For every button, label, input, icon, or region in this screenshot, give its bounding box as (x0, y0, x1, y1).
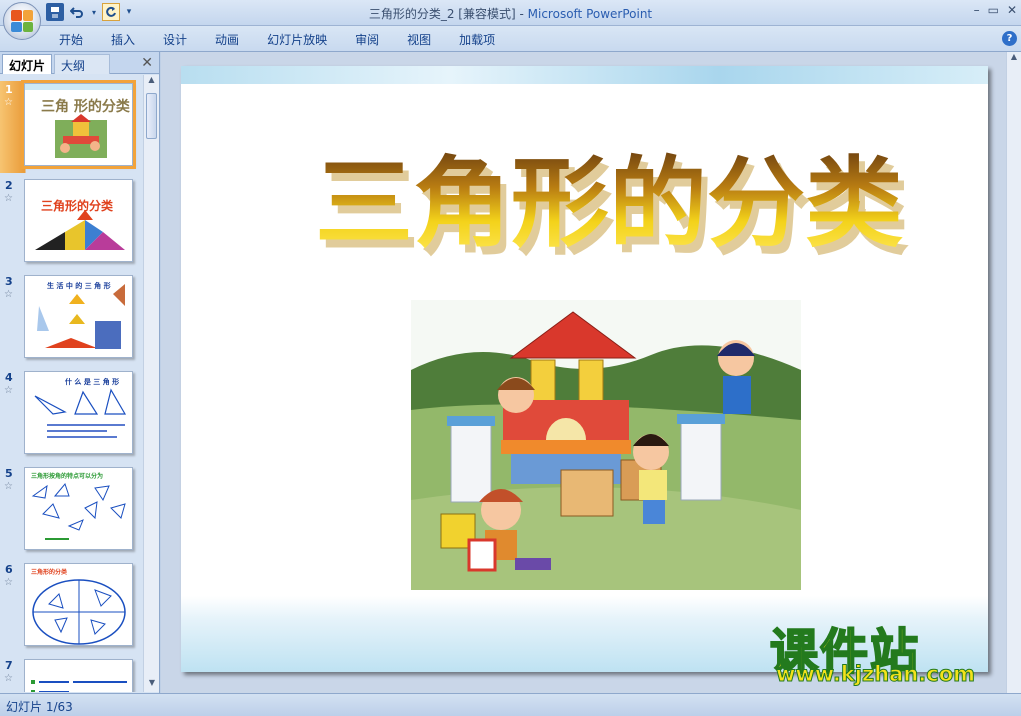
slide-thumbnail-3[interactable]: 3 ☆ 生 活 中 的 三 角 形 (0, 273, 143, 365)
animation-star-icon: ☆ (4, 481, 13, 492)
slide-preview: 生 活 中 的 三 角 形 (24, 275, 133, 358)
thumb-title: 三角 形的分类 (41, 98, 131, 115)
slide-counter: 幻灯片 1/63 (6, 700, 73, 714)
slide-title-wordart[interactable]: 三角形的分类 三角形的分类 (281, 141, 941, 261)
slide-number: 1 (5, 83, 13, 96)
thumb-title: 三角形按角的特点可以分为 (31, 472, 103, 480)
slide-preview: 三角 形的分类 (21, 80, 136, 169)
slide-number: 4 (5, 371, 13, 384)
slide-number: 7 (5, 659, 13, 672)
slide-thumbnail-7[interactable]: 7 ☆ (0, 657, 143, 692)
animation-star-icon: ☆ (4, 289, 13, 300)
slide-preview: 三角形按角的特点可以分为 (24, 467, 133, 550)
thumb-title: 三角形的分类 (41, 198, 114, 213)
window-controls: – ▭ ✕ (974, 3, 1017, 17)
editor-scrollbar[interactable]: ▲ (1006, 52, 1021, 693)
current-slide[interactable]: 三角形的分类 三角形的分类 (181, 66, 988, 672)
scroll-down-icon[interactable]: ▼ (144, 678, 160, 692)
animation-star-icon: ☆ (4, 673, 13, 684)
slide-number: 6 (5, 563, 13, 576)
slide-thumbnail-5[interactable]: 5 ☆ 三角形按角的特点可以分为 (0, 465, 143, 557)
title-bar: ▾ ▾ 三角形的分类_2 [兼容模式] - Microsoft PowerPoi… (0, 0, 1021, 40)
tab-animations[interactable]: 动画 (215, 31, 239, 48)
slide-number: 5 (5, 467, 13, 480)
slides-pane: 幻灯片 大纲 ✕ 1 ☆ 三角 形的分类 2 ☆ 三角形的分类 3 ☆ 生 活 … (0, 52, 160, 693)
watermark-logo: 课件站 www.kjzhan.com (769, 612, 1010, 692)
slide-title: 三角形的分类 (315, 147, 903, 261)
tab-slides[interactable]: 幻灯片 (2, 54, 53, 74)
slide-preview (24, 659, 133, 692)
office-logo-icon (11, 10, 33, 32)
tab-view[interactable]: 视图 (407, 31, 431, 48)
slide-editor: 三角形的分类 三角形的分类 (161, 52, 1006, 693)
tab-slideshow[interactable]: 幻灯片放映 (267, 31, 327, 48)
scroll-up-icon[interactable]: ▲ (144, 75, 159, 89)
children-playing-blocks-image[interactable] (411, 300, 801, 590)
window-title: 三角形的分类_2 [兼容模式] - Microsoft PowerPoint (368, 7, 653, 21)
office-button[interactable] (3, 2, 41, 40)
slide-thumbnail-4[interactable]: 4 ☆ 什 么 是 三 角 形 (0, 369, 143, 461)
slide-top-decoration (181, 66, 988, 84)
tab-addins[interactable]: 加载项 (459, 31, 495, 48)
tab-design[interactable]: 设计 (163, 31, 187, 48)
slide-thumbnail-2[interactable]: 2 ☆ 三角形的分类 (0, 177, 143, 269)
tab-home[interactable]: 开始 (59, 31, 83, 48)
scroll-thumb[interactable] (146, 93, 157, 139)
tab-insert[interactable]: 插入 (111, 31, 135, 48)
maximize-button[interactable]: ▭ (988, 3, 999, 17)
animation-star-icon: ☆ (4, 193, 13, 204)
status-bar: 幻灯片 1/63 (0, 693, 1021, 716)
animation-star-icon: ☆ (4, 577, 13, 588)
scroll-up-icon[interactable]: ▲ (1007, 52, 1021, 66)
ribbon: 开始 插入 设计 动画 幻灯片放映 审阅 视图 加载项 ? (0, 26, 1021, 52)
tab-outline[interactable]: 大纲 (54, 54, 110, 74)
slide-number: 2 (5, 179, 13, 192)
slide-preview: 三角形的分类 (24, 179, 133, 262)
pane-scrollbar[interactable]: ▲ ▼ (143, 75, 159, 692)
watermark-url: www.kjzhan.com (775, 662, 976, 687)
slide-preview: 什 么 是 三 角 形 (24, 371, 133, 454)
animation-star-icon: ☆ (4, 97, 13, 108)
help-icon[interactable]: ? (1002, 31, 1017, 46)
ribbon-tabs: 开始 插入 设计 动画 幻灯片放映 审阅 视图 加载项 (59, 31, 523, 48)
slide-thumbnail-6[interactable]: 6 ☆ 三角形的分类 (0, 561, 143, 653)
animation-star-icon: ☆ (4, 385, 13, 396)
thumb-title: 什 么 是 三 角 形 (65, 377, 119, 386)
minimize-button[interactable]: – (974, 3, 980, 17)
slide-thumbnail-1[interactable]: 1 ☆ 三角 形的分类 (0, 80, 143, 173)
pane-tabs: 幻灯片 大纲 ✕ (0, 52, 159, 74)
thumb-title: 生 活 中 的 三 角 形 (47, 281, 111, 290)
thumb-title: 三角形的分类 (31, 568, 68, 576)
close-pane-icon[interactable]: ✕ (141, 55, 153, 71)
tab-review[interactable]: 审阅 (355, 31, 379, 48)
slide-preview: 三角形的分类 (24, 563, 133, 646)
close-button[interactable]: ✕ (1007, 3, 1017, 17)
slide-number: 3 (5, 275, 13, 288)
slide-thumbnails: 1 ☆ 三角 形的分类 2 ☆ 三角形的分类 3 ☆ 生 活 中 的 三 角 形… (0, 75, 143, 692)
